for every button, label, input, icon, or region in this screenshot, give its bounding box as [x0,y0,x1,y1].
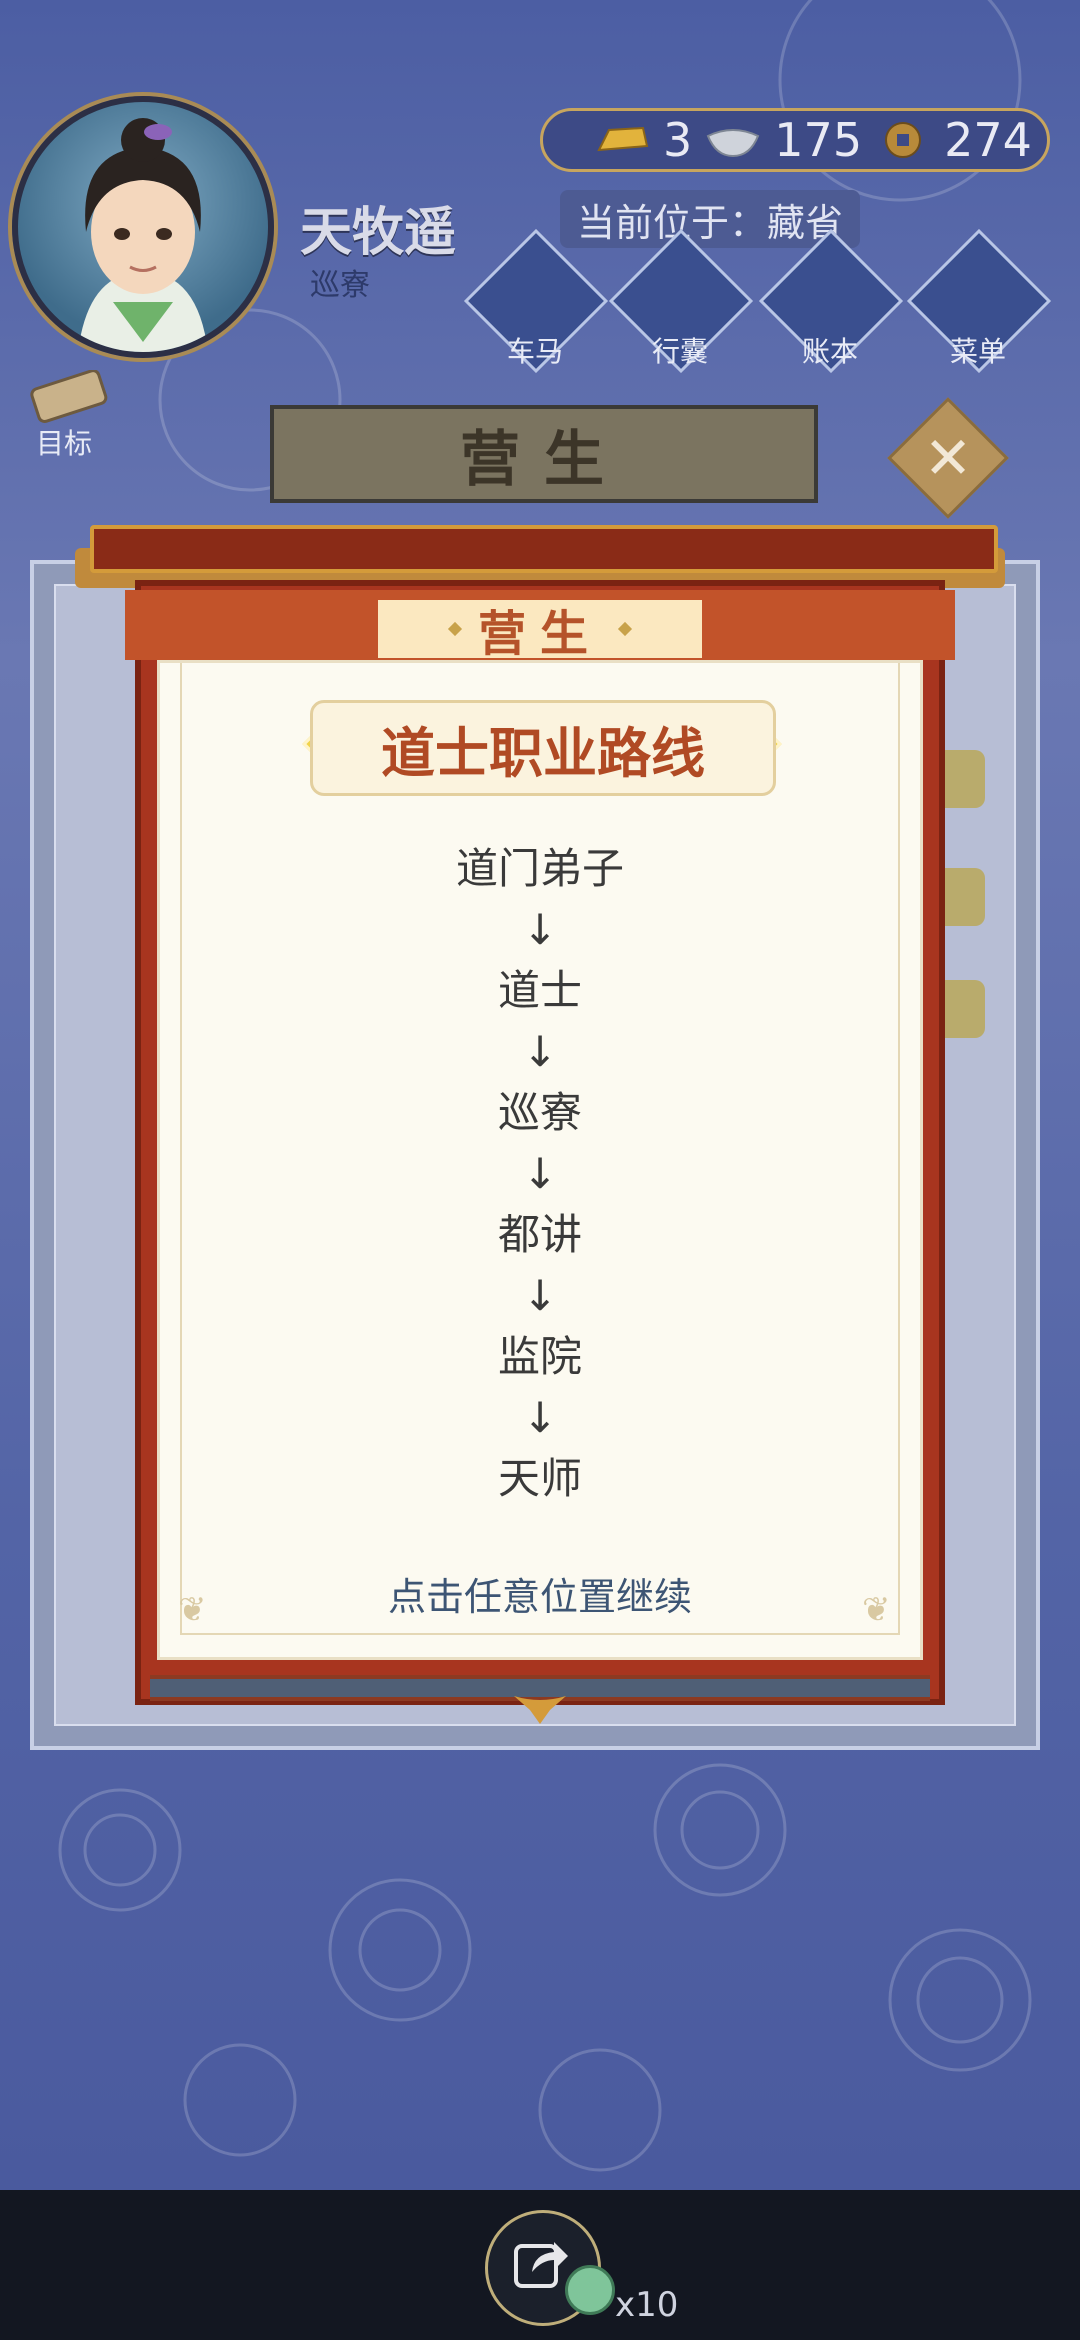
continue-hint[interactable]: 点击任意位置继续 [157,1566,923,1621]
bottom-ornament-icon [514,1696,566,1724]
player-avatar[interactable] [12,96,274,358]
nav-bag-button[interactable]: 行囊 [608,228,754,374]
copper-coin-icon [885,122,922,158]
modal-tag: 营生 [378,600,702,662]
corner-ornament-icon: ❦ [178,1590,207,1630]
close-icon: ✕ [923,424,973,492]
path-step: 道士 [497,966,582,1015]
silver-count: 175 [774,113,863,167]
path-step: 巡寮 [497,1088,582,1137]
nav-carriage-label: 车马 [506,335,563,368]
path-step: 都讲 [497,1210,582,1259]
modal-top-bar [90,525,998,573]
goal-label: 目标 [36,427,93,460]
gold-count: 3 [663,113,693,167]
path-step: 监院 [497,1332,582,1381]
down-arrow-icon: ↓ [522,1027,558,1076]
nav-carriage-button[interactable]: 车马 [463,228,609,374]
character-portrait-icon [78,118,208,352]
jade-token-icon [565,2265,615,2315]
nav-menu-button[interactable]: 菜单 [906,228,1052,374]
down-arrow-icon: ↓ [522,1271,558,1320]
nav-ledger-button[interactable]: 账本 [758,228,904,374]
scroll-icon [30,369,108,423]
diamond-icon [447,621,463,637]
corner-ornament-icon: ❦ [862,1590,891,1630]
nav-ledger-label: 账本 [801,335,858,368]
gold-ingot-icon [597,126,649,152]
nav-bag-label: 行囊 [651,335,708,368]
current-location: 当前位于：藏省 [560,190,860,248]
player-rank: 巡寮 [310,268,370,303]
panel-header: 营生 [270,405,818,503]
copper-count: 274 [944,113,1032,167]
modal-tag-label: 营生 [477,606,602,662]
silver-ingot-icon [707,129,760,158]
path-step: 天师 [497,1454,582,1503]
down-arrow-icon: ↓ [522,1149,558,1198]
career-path: 道门弟子 ↓ 道士 ↓ 巡寮 ↓ 都讲 ↓ 监院 ↓ 天师 [157,838,923,1510]
route-title: 道士职业路线 [310,700,776,796]
nav-menu-label: 菜单 [949,335,1006,368]
path-step: 道门弟子 [455,844,624,893]
currency-bar: 3 175 274 [540,108,1050,172]
down-arrow-icon: ↓ [522,905,558,954]
goal-button[interactable]: 目标 [16,369,116,460]
share-icon [514,2242,568,2288]
player-name: 天牧遥 [300,203,457,263]
diamond-icon [617,621,633,637]
reward-multiplier: x10 [615,2285,679,2325]
down-arrow-icon: ↓ [522,1393,558,1442]
